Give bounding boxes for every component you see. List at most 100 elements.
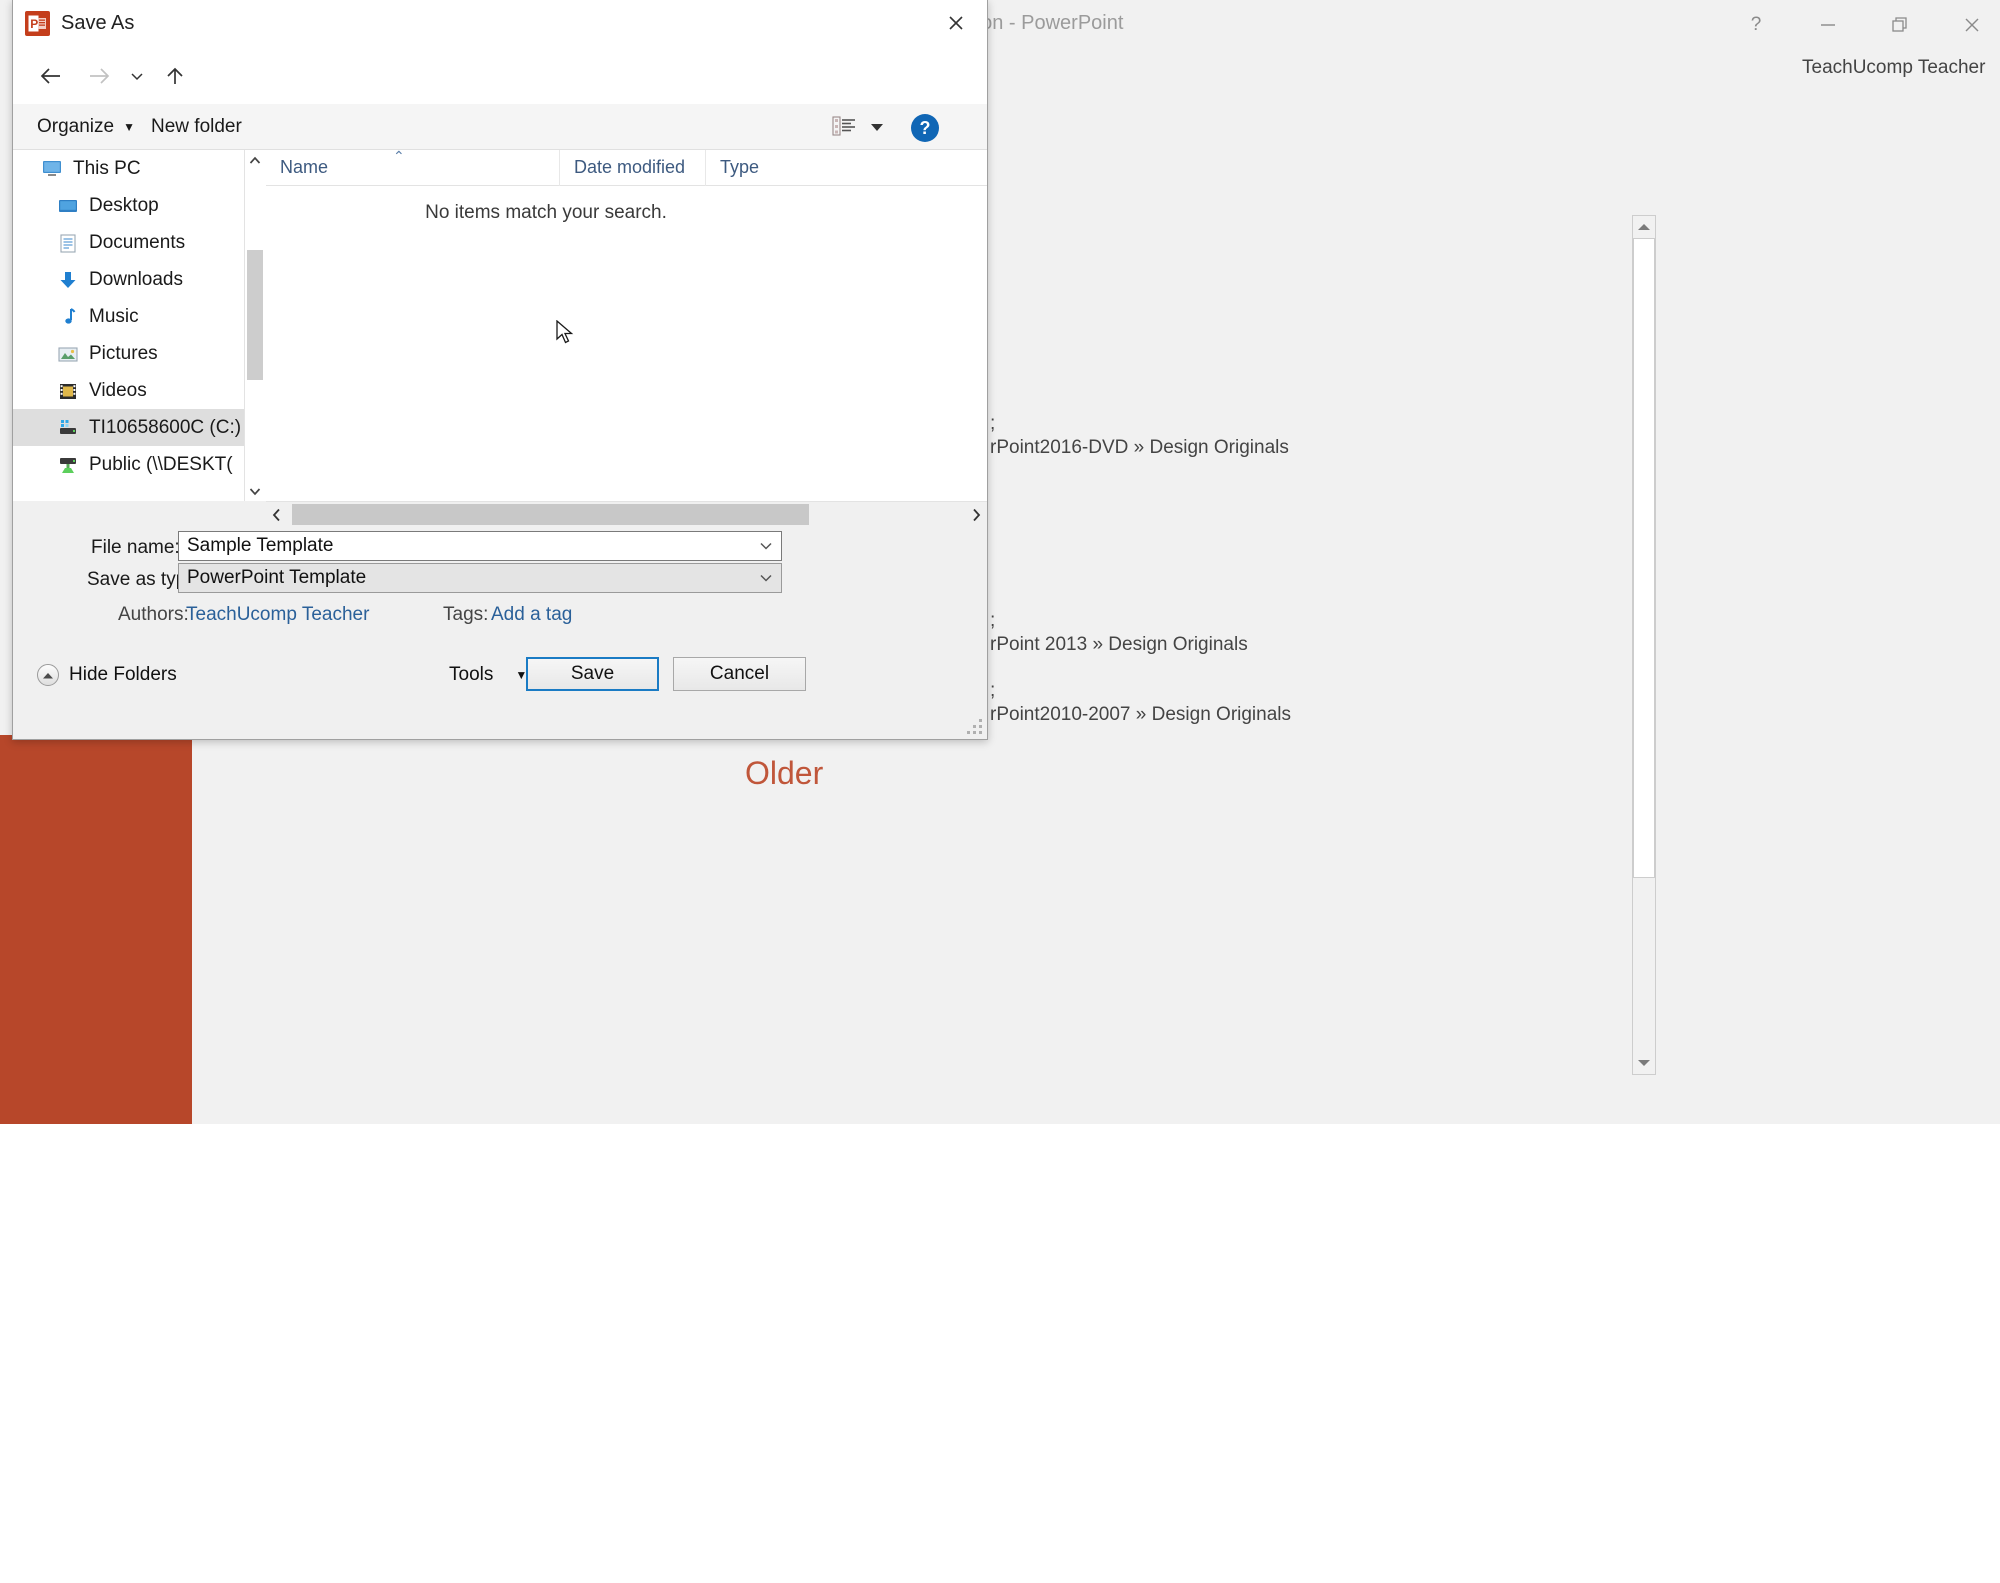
document-icon <box>57 232 79 254</box>
account-name[interactable]: TeachUcomp Teacher <box>1802 57 1985 79</box>
powerpoint-icon: P <box>25 11 50 36</box>
back-arrow-icon[interactable] <box>33 58 69 94</box>
monitor-icon <box>41 158 63 180</box>
sidebar-item-videos[interactable]: Videos <box>13 372 244 409</box>
scroll-down-arrow-icon[interactable] <box>1633 1052 1655 1074</box>
help-question-icon[interactable]: ? <box>1728 6 1784 44</box>
recent-entry-tick: ; <box>990 680 996 701</box>
authors-value[interactable]: TeachUcomp Teacher <box>186 604 369 626</box>
file-list-horizontal-scrollbar[interactable] <box>266 501 987 527</box>
recent-entry-path: rPoint2010-2007 » Design Originals <box>990 704 1292 725</box>
sidebar-item-label: Music <box>89 305 139 327</box>
dialog-body: This PC Desktop Documents Downloads Musi… <box>13 147 987 501</box>
tags-label: Tags: <box>443 604 489 625</box>
navtree-scrollbar[interactable] <box>245 150 265 501</box>
sort-ascending-caret-icon: ⌃ <box>393 147 405 164</box>
navigation-tree: This PC Desktop Documents Downloads Musi… <box>13 150 245 501</box>
tools-button[interactable]: Tools ▼ <box>441 659 535 691</box>
organize-label: Organize <box>37 116 115 137</box>
column-header-type[interactable]: Type <box>706 150 987 186</box>
scroll-down-arrow-icon[interactable] <box>245 481 265 501</box>
column-header-name[interactable]: Name ⌃ <box>266 147 560 186</box>
recent-entry[interactable]: ; rPoint2016-DVD » Design Originals <box>990 413 1289 459</box>
sidebar-item-label: Videos <box>89 379 147 401</box>
sidebar-item-local-disk[interactable]: TI10658600C (C:) <box>13 409 244 446</box>
picture-icon <box>57 343 79 365</box>
save-as-dialog: P Save As Organize ▼ New folder ? This P… <box>12 0 988 740</box>
file-list-header: Name ⌃ Date modified Type <box>266 147 987 186</box>
column-header-type-label: Type <box>720 157 760 177</box>
sidebar-item-label: Downloads <box>89 268 183 290</box>
organize-button[interactable]: Organize ▼ <box>31 112 141 142</box>
scroll-right-arrow-icon[interactable] <box>965 502 987 527</box>
rail-item-options[interactable]: Options <box>44 1502 109 1524</box>
close-icon[interactable] <box>1944 6 2000 44</box>
up-arrow-icon[interactable] <box>157 58 193 94</box>
chevron-down-icon[interactable] <box>868 120 886 134</box>
sidebar-item-label: Desktop <box>89 194 159 216</box>
sidebar-item-public-network[interactable]: Public (\\DESKT( <box>13 446 244 483</box>
forward-arrow-icon <box>81 58 117 94</box>
navigation-row: « Doc... › Custom Office Tem... Search C… <box>13 48 987 138</box>
sidebar-item-desktop[interactable]: Desktop <box>13 187 244 224</box>
scrollbar-thumb[interactable] <box>1633 238 1655 878</box>
desktop-icon <box>57 195 79 217</box>
restore-icon[interactable] <box>1872 6 1928 44</box>
sidebar-item-label: Documents <box>89 231 186 253</box>
file-name-label: File name: <box>91 537 180 558</box>
older-heading: Older <box>745 755 824 791</box>
music-note-icon <box>57 306 79 328</box>
dialog-titlebar: P Save As <box>13 0 987 48</box>
sidebar-item-pictures[interactable]: Pictures <box>13 335 244 372</box>
backstage-vertical-scrollbar[interactable] <box>1632 215 1656 1075</box>
file-name-input[interactable]: Sample Template <box>178 531 782 561</box>
command-bar: Organize ▼ New folder ? <box>13 104 987 150</box>
add-a-tag-link[interactable]: Add a tag <box>491 604 572 626</box>
recent-entry-path: rPoint 2013 » Design Originals <box>990 634 1248 655</box>
scrollbar-thumb[interactable] <box>292 504 809 525</box>
scroll-up-arrow-icon[interactable] <box>245 150 265 170</box>
sidebar-item-label: Public (\\DESKT( <box>89 453 233 475</box>
new-folder-button[interactable]: New folder <box>145 112 248 142</box>
save-form: File name: Sample Template Save as type:… <box>13 527 987 712</box>
sidebar-item-this-pc[interactable]: This PC <box>13 150 244 187</box>
svg-text:P: P <box>30 17 38 31</box>
rail-item-feedback[interactable]: Feedback <box>44 1561 127 1583</box>
chevron-down-icon[interactable] <box>753 532 779 560</box>
column-header-name-label: Name <box>280 157 329 177</box>
sidebar-item-label: Pictures <box>89 342 158 364</box>
save-button[interactable]: Save <box>526 657 659 691</box>
sidebar-item-music[interactable]: Music <box>13 298 244 335</box>
empty-state-message: No items match your search. <box>425 202 667 223</box>
dialog-title: Save As <box>61 12 135 34</box>
minimize-icon[interactable] <box>1800 6 1856 44</box>
scroll-left-arrow-icon[interactable] <box>266 502 288 527</box>
chevron-down-icon[interactable] <box>753 564 779 592</box>
cancel-button[interactable]: Cancel <box>673 657 806 691</box>
close-icon[interactable] <box>925 0 987 46</box>
view-list-icon[interactable] <box>831 114 859 140</box>
recent-entry[interactable]: ; rPoint 2013 » Design Originals <box>990 610 1248 656</box>
scrollbar-thumb[interactable] <box>247 250 263 380</box>
tools-label: Tools <box>449 664 494 685</box>
resize-grip[interactable] <box>967 719 983 735</box>
save-as-type-value: PowerPoint Template <box>187 567 367 588</box>
hide-folders-button[interactable]: Hide Folders <box>37 660 177 690</box>
backstage-rail: Options Feedback <box>0 735 192 1582</box>
collapse-up-arrow-icon <box>37 664 59 686</box>
help-button[interactable]: ? <box>911 114 939 142</box>
video-icon <box>57 380 79 402</box>
column-header-date-modified[interactable]: Date modified <box>560 149 706 186</box>
file-name-value: Sample Template <box>187 535 334 556</box>
file-list: Name ⌃ Date modified Type No items match… <box>266 147 987 501</box>
recent-entry-tick: ; <box>990 610 996 631</box>
mouse-cursor-icon <box>556 319 576 346</box>
sidebar-item-downloads[interactable]: Downloads <box>13 261 244 298</box>
sidebar-item-documents[interactable]: Documents <box>13 224 244 261</box>
scroll-up-arrow-icon[interactable] <box>1633 216 1655 238</box>
backstage-middle-pane <box>192 735 692 1124</box>
recent-entry-tick: ; <box>990 413 996 434</box>
recent-locations-chevron-icon[interactable] <box>123 58 151 94</box>
recent-entry[interactable]: ; rPoint2010-2007 » Design Originals <box>990 680 1292 726</box>
save-as-type-select[interactable]: PowerPoint Template <box>178 563 782 593</box>
